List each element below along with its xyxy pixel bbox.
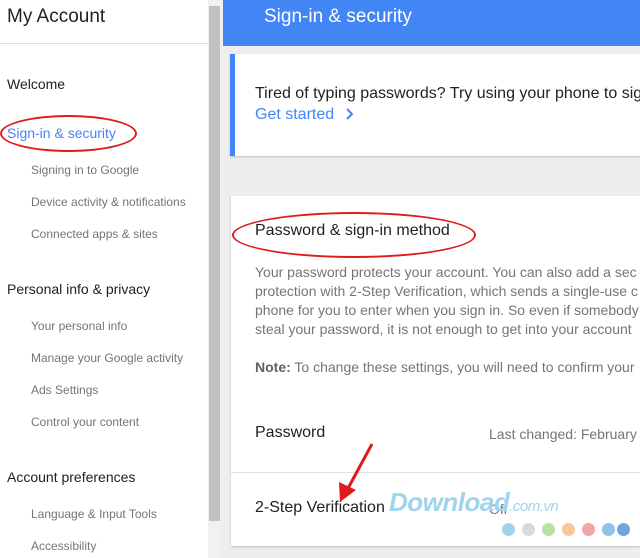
sidebar-item-accessibility[interactable]: Accessibility (31, 539, 96, 553)
watermark-dot (542, 523, 555, 536)
password-last-changed: Last changed: February (489, 426, 637, 442)
watermark-logo-text: Download.com.vn (389, 487, 559, 517)
watermark-dot (502, 523, 515, 536)
password-label: Password (255, 424, 326, 441)
promo-text: Tired of typing passwords? Try using you… (255, 85, 640, 102)
sidebar-item-google-activity[interactable]: Manage your Google activity (31, 351, 183, 365)
watermark-dot (617, 523, 630, 536)
page-header: Sign-in & security (223, 0, 640, 46)
sidebar-item-language-input[interactable]: Language & Input Tools (31, 507, 157, 521)
annotation-oval-sidebar (0, 115, 137, 152)
get-started-label: Get started (255, 106, 335, 123)
card-description: Your password protects your account. You… (255, 263, 640, 339)
sidebar-item-control-content[interactable]: Control your content (31, 415, 139, 429)
sidebar-divider (0, 43, 208, 44)
note-text: To change these settings, you will need … (290, 359, 635, 375)
sidebar-item-welcome[interactable]: Welcome (7, 76, 65, 92)
promo-card: Tired of typing passwords? Try using you… (230, 54, 640, 156)
watermark-dot (522, 523, 535, 536)
sidebar-item-device-activity[interactable]: Device activity & notifications (31, 195, 186, 209)
sidebar-item-your-personal-info[interactable]: Your personal info (31, 319, 127, 333)
description-line: protection with 2-Step Verification, whi… (255, 283, 638, 299)
sidebar-item-signing-in[interactable]: Signing in to Google (31, 163, 139, 177)
scrollbar-thumb[interactable] (209, 6, 220, 521)
sidebar-item-personal-info-privacy[interactable]: Personal info & privacy (7, 281, 150, 297)
sidebar-item-ads-settings[interactable]: Ads Settings (31, 383, 98, 397)
description-line: phone for you to enter when you sign in.… (255, 302, 639, 318)
annotation-oval-title (232, 212, 476, 258)
card-note: Note: To change these settings, you will… (255, 359, 635, 375)
sidebar-item-account-preferences[interactable]: Account preferences (7, 469, 135, 485)
sidebar-scrollbar[interactable] (208, 0, 221, 558)
description-line: steal your password, it is not enough to… (255, 321, 632, 337)
page-title: Sign-in & security (264, 6, 412, 27)
watermark-dot (582, 523, 595, 536)
watermark-dot (562, 523, 575, 536)
watermark-dot (602, 523, 615, 536)
note-label: Note: (255, 359, 291, 375)
annotation-arrow-icon (339, 443, 374, 502)
download-watermark: Download.com.vn (389, 487, 630, 549)
get-started-link[interactable]: Get started (255, 106, 355, 124)
sidebar: My Account Welcome Sign-in & security Si… (0, 0, 208, 558)
password-row[interactable]: Password Last changed: February (231, 406, 640, 473)
sidebar-item-connected-apps[interactable]: Connected apps & sites (31, 227, 158, 241)
chevron-right-icon (345, 108, 354, 120)
sidebar-title: My Account (7, 6, 106, 27)
description-line: Your password protects your account. You… (255, 264, 637, 280)
